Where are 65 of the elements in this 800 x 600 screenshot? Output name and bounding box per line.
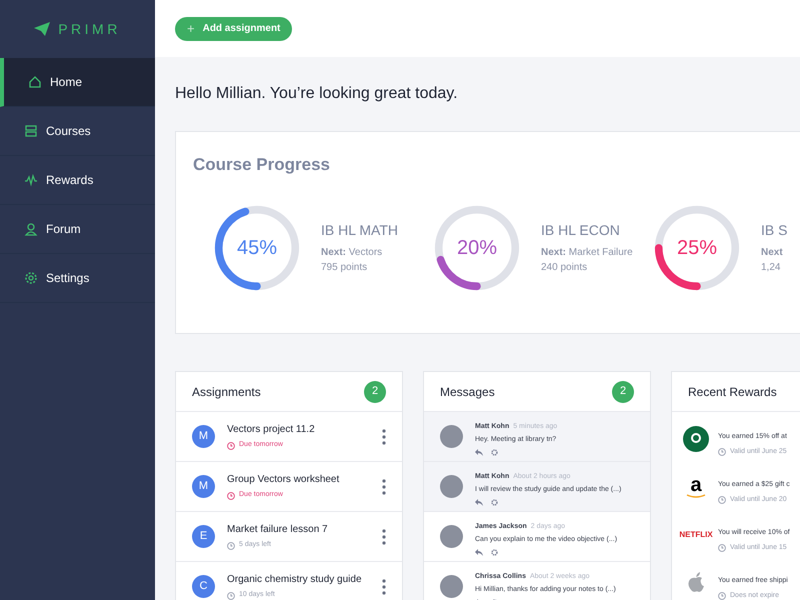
- sidebar-item[interactable]: Settings: [0, 254, 155, 303]
- wordmark-logo: NETFLIX: [679, 529, 713, 541]
- course-name: IB S: [761, 221, 788, 240]
- clock-icon: [718, 496, 726, 504]
- assignment-title[interactable]: Market failure lesson 7: [227, 522, 370, 538]
- avatar-placeholder: [440, 575, 463, 598]
- letter-logo: a: [686, 476, 706, 498]
- more-icon[interactable]: [382, 528, 386, 544]
- card-title: Messages: [440, 384, 495, 400]
- card-title: Assignments: [192, 384, 261, 400]
- letter-avatar: M: [192, 475, 215, 498]
- settings-icon[interactable]: [491, 449, 498, 456]
- clock-icon: [718, 544, 726, 552]
- points-text: 1,24: [761, 261, 782, 275]
- clock-icon: [227, 592, 235, 600]
- settings-icon[interactable]: [491, 499, 498, 506]
- logo-text: PRIMR: [58, 20, 121, 38]
- round-logo-icon: [683, 426, 709, 452]
- clock-icon: [227, 442, 235, 450]
- points-text: 240 points: [541, 261, 588, 275]
- next-topic: Next: [761, 246, 784, 260]
- apple-icon: [687, 572, 705, 594]
- pulse-icon: [24, 173, 38, 187]
- sidebar-item[interactable]: Forum: [0, 205, 155, 254]
- card-title: Recent Rewards: [688, 384, 777, 400]
- more-icon[interactable]: [382, 578, 386, 594]
- next-topic: Next: Vectors: [321, 246, 384, 260]
- stack-icon: [24, 124, 38, 138]
- course-name: IB HL MATH: [321, 221, 400, 240]
- percent-text: 45%: [236, 236, 278, 260]
- count-badge: 2: [364, 380, 386, 402]
- assignment-title[interactable]: Vectors project 11.2: [227, 422, 370, 438]
- home-icon: [28, 75, 42, 89]
- avatar-placeholder: [440, 425, 463, 448]
- count-badge: 2: [612, 380, 634, 402]
- settings-icon: [24, 271, 38, 285]
- course-name: IB HL ECON: [541, 221, 621, 240]
- sidebar-item[interactable]: Rewards: [0, 156, 155, 205]
- letter-avatar: M: [192, 425, 215, 448]
- greeting-text: Hello Millian. You’re looking great today.: [175, 84, 459, 104]
- clock-icon: [227, 492, 235, 500]
- settings-icon[interactable]: [491, 549, 498, 556]
- clock-icon: [718, 592, 726, 600]
- percent-text: 25%: [676, 236, 718, 260]
- avatar-placeholder: [440, 525, 463, 548]
- sidebar-item[interactable]: Home: [0, 58, 155, 107]
- more-icon[interactable]: [382, 478, 386, 494]
- letter-avatar: C: [192, 575, 215, 598]
- reply-icon[interactable]: [475, 499, 483, 506]
- points-text: 795 points: [321, 261, 368, 275]
- sidebar-item[interactable]: Courses: [0, 107, 155, 156]
- next-topic: Next: Market Failure: [541, 246, 634, 260]
- letter-avatar: E: [192, 525, 215, 548]
- assignment-title[interactable]: Group Vectors worksheet: [227, 472, 370, 488]
- clock-icon: [718, 448, 726, 456]
- clock-icon: [227, 542, 235, 550]
- user-icon: [24, 222, 38, 236]
- reply-icon[interactable]: [475, 549, 483, 556]
- reply-icon[interactable]: [475, 449, 483, 456]
- paper-plane-icon: [34, 22, 50, 36]
- assignment-title[interactable]: Organic chemistry study guide: [227, 572, 370, 588]
- more-icon[interactable]: [382, 428, 386, 444]
- percent-text: 20%: [456, 236, 498, 260]
- card-title: Course Progress: [193, 154, 331, 176]
- avatar-placeholder: [440, 475, 463, 498]
